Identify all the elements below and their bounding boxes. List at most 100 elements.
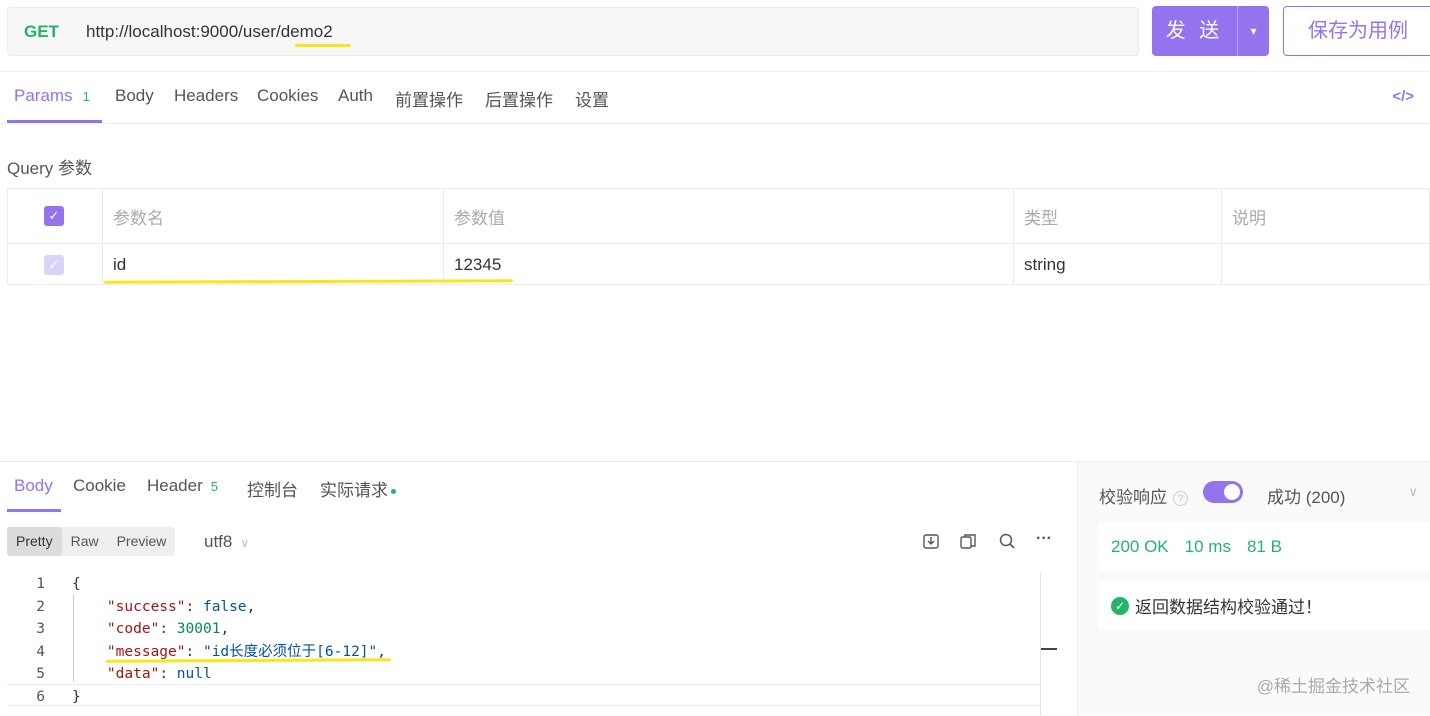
tab-body[interactable]: Body [115, 86, 154, 106]
column-header-description: 说明 [1232, 208, 1266, 228]
download-icon[interactable] [922, 532, 940, 555]
tab-headers[interactable]: Headers [174, 86, 238, 106]
row-checkbox[interactable]: ✓ [44, 254, 64, 275]
chevron-down-icon: ∨ [240, 536, 250, 550]
toggle-knob [1224, 484, 1240, 500]
code-line: 5 "data": null [7, 663, 1037, 685]
indent-guide [73, 594, 74, 682]
code-token: 30001 [176, 621, 221, 637]
response-time: 10 ms [1184, 536, 1231, 556]
column-header-type: 类型 [1024, 208, 1058, 228]
scrollbar-thumb[interactable] [1041, 648, 1057, 650]
format-raw[interactable]: Raw [62, 527, 108, 556]
code-token: "data" [106, 666, 160, 682]
code-line: 2 "success": false, [7, 596, 1037, 618]
send-button[interactable]: 发 送 ▾ [1152, 6, 1269, 56]
tab-response-header[interactable]: Header 5 [147, 476, 218, 496]
code-text: "data": null [72, 663, 212, 685]
more-icon[interactable]: ··· [1036, 530, 1052, 548]
validation-title: 校验响应? [1099, 483, 1188, 508]
line-number: 2 [36, 598, 45, 615]
tab-response-cookie[interactable]: Cookie [73, 476, 126, 496]
active-tab-indicator [7, 509, 61, 512]
line-number: 3 [36, 621, 45, 637]
search-icon[interactable] [998, 532, 1016, 555]
validation-result-text: 返回数据结构校验通过！ [1135, 598, 1322, 617]
code-token: "success" [106, 598, 186, 615]
request-tabs: Params 1 Body Headers Cookies Auth 前置操作 后… [0, 72, 1430, 124]
param-description-input[interactable] [1222, 244, 1428, 285]
code-text: "code": 30001, [72, 618, 229, 640]
tab-pre-operations[interactable]: 前置操作 [395, 86, 463, 111]
format-preview[interactable]: Preview [108, 527, 176, 556]
code-token: , [377, 643, 386, 660]
column-header-value: 参数值 [454, 208, 505, 228]
code-text: "success": false, [72, 596, 255, 618]
url-highlight-underline [295, 44, 351, 47]
row-checkbox-cell: ✓ [34, 244, 64, 285]
code-token: : [159, 621, 177, 637]
code-icon[interactable]: </> [1392, 88, 1414, 105]
check-circle-icon: ✓ [1111, 596, 1129, 615]
select-all-checkbox[interactable]: ✓ [44, 206, 64, 226]
tab-params[interactable]: Params 1 [14, 86, 90, 106]
code-token: , [220, 621, 230, 637]
code-token: : [185, 643, 203, 660]
url-prefix: http://localhost:9000/user/ [86, 21, 281, 41]
tab-auth[interactable]: Auth [338, 86, 373, 106]
validation-result-card: ✓ 返回数据结构校验通过！ [1099, 581, 1430, 630]
param-value-input[interactable]: 12345 [444, 244, 1012, 285]
params-table: ✓ 参数名 参数值 类型 说明 ✓ id 12345 string [7, 188, 1430, 285]
encoding-select[interactable]: utf8 ∨ [204, 532, 249, 552]
params-count-badge: 1 [82, 89, 90, 104]
method-select[interactable]: GET [8, 22, 86, 42]
url-bar[interactable]: GET http://localhost:9000/user/demo2 [7, 7, 1139, 56]
code-line: 3 "code": 30001, [7, 618, 1037, 640]
url-input[interactable]: http://localhost:9000/user/demo2 [86, 22, 333, 42]
code-token: : [185, 598, 203, 615]
line-number: 5 [36, 666, 45, 682]
tab-actual-request[interactable]: 实际请求 [320, 476, 396, 501]
copy-icon[interactable] [959, 532, 977, 555]
send-label: 发 送 [1152, 6, 1238, 56]
tab-response-body[interactable]: Body [14, 476, 53, 496]
validation-toggle[interactable] [1203, 481, 1243, 503]
line-number: 1 [36, 576, 45, 592]
tab-post-operations[interactable]: 后置操作 [485, 86, 553, 111]
code-token: "message" [106, 643, 186, 660]
code-token: { [72, 576, 81, 592]
chevron-down-icon[interactable]: ∨ [1408, 484, 1418, 500]
help-icon[interactable]: ? [1173, 491, 1188, 507]
header-count-badge: 5 [210, 479, 218, 494]
param-type-select[interactable]: string [1014, 244, 1220, 285]
editor-scrollbar[interactable] [1040, 572, 1057, 715]
response-size: 81 B [1246, 536, 1282, 556]
code-token: "code" [106, 621, 160, 637]
validation-status-select[interactable]: 成功 (200) [1267, 483, 1345, 508]
code-token: null [176, 666, 212, 682]
code-token: "id长度必须位于[6-12]" [202, 643, 378, 660]
code-text: { [72, 573, 81, 595]
response-summary-card: 200 OK 10 ms 81 B [1099, 522, 1430, 571]
tab-cookies[interactable]: Cookies [257, 86, 318, 106]
status-dot-icon [391, 489, 396, 495]
watermark: @稀土掘金技术社区 [1256, 677, 1410, 696]
tab-console[interactable]: 控制台 [247, 476, 298, 501]
line-number: 4 [36, 643, 45, 660]
status-code: 200 OK [1111, 536, 1169, 556]
select-all-checkbox-cell: ✓ [34, 189, 64, 243]
code-token: false [202, 598, 247, 615]
format-pretty[interactable]: Pretty [7, 527, 62, 556]
chevron-down-icon[interactable]: ▾ [1238, 24, 1269, 38]
code-token: : [159, 666, 177, 682]
column-header-name: 参数名 [113, 208, 164, 228]
code-line: 1{ [7, 573, 1037, 595]
query-section-label: Query 参数 [7, 159, 93, 178]
code-token: , [246, 598, 256, 615]
save-as-case-button[interactable]: 保存为用例 [1283, 6, 1430, 56]
tab-settings[interactable]: 设置 [575, 86, 609, 111]
